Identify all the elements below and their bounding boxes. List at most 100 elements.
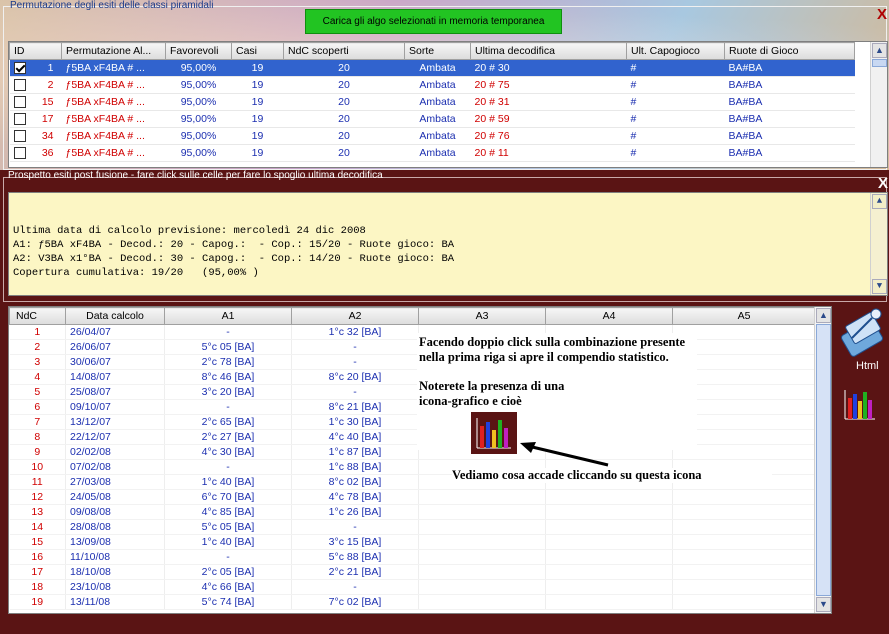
summary-memo[interactable]: Ultima data di calcolo previsione: merco… [8,192,888,296]
results-a4[interactable] [545,564,673,580]
results-a2[interactable]: 3°c 15 [BA] [291,534,419,550]
row-favorevoli[interactable]: 95,00% [165,127,232,145]
row-ultima[interactable]: 20 # 59 [470,110,627,128]
results-a1[interactable]: 2°c 65 [BA] [164,414,292,430]
results-a2[interactable]: 8°c 02 [BA] [291,474,419,490]
results-a1[interactable]: 2°c 05 [BA] [164,564,292,580]
row-capogioco[interactable]: # [626,93,725,111]
results-date[interactable]: 13/12/07 [65,414,165,430]
row-favorevoli[interactable]: 95,00% [165,93,232,111]
results-date[interactable]: 07/02/08 [65,459,165,475]
table-row[interactable]: 1 ƒ5BA xF4BA # ... 95,00% 19 20 Ambata 20 # 30… [9,59,855,77]
results-grid-scrollbar[interactable]: ▲ ▼ [814,307,831,613]
results-a5[interactable] [672,549,816,565]
results-date[interactable]: 14/08/07 [65,369,165,385]
row-permutation[interactable]: ƒ5BA xF4BA # ... [61,59,166,77]
results-a5[interactable] [672,504,816,520]
row-sorte[interactable]: Ambata [404,110,471,128]
results-date[interactable]: 23/10/08 [65,579,165,595]
row-checkbox[interactable] [13,130,26,143]
table-row[interactable]: 34 ƒ5BA xF4BA # ... 95,00% 19 20 Ambata 20 # 7… [9,127,855,145]
results-a2[interactable]: 1°c 26 [BA] [291,504,419,520]
row-permutation[interactable]: ƒ5BA xF4BA # ... [61,127,166,145]
results-a3[interactable] [418,534,546,550]
results-a4[interactable] [545,519,673,535]
row-ndc[interactable]: 20 [283,93,405,111]
results-a1[interactable]: 2°c 27 [BA] [164,429,292,445]
row-checkbox[interactable] [13,96,26,109]
results-row[interactable]: 15 13/09/08 1°c 40 [BA] 3°c 15 [BA] [9,534,816,550]
row-ruote[interactable]: BA#BA [724,59,855,77]
row-sorte[interactable]: Ambata [404,59,471,77]
row-favorevoli[interactable]: 95,00% [165,110,232,128]
results-ndc[interactable]: 14 [9,519,66,535]
row-capogioco[interactable]: # [626,127,725,145]
row-ruote[interactable]: BA#BA [724,110,855,128]
results-a2[interactable]: 5°c 88 [BA] [291,549,419,565]
results-a2[interactable]: 1°c 88 [BA] [291,459,419,475]
results-ndc[interactable]: 9 [9,444,66,460]
html-export-label[interactable]: Html [856,360,879,372]
row-ultima[interactable]: 20 # 11 [470,144,627,162]
results-column-header[interactable]: Data calcolo [65,307,165,325]
results-date[interactable]: 24/05/08 [65,489,165,505]
results-a2[interactable]: - [291,519,419,535]
results-a3[interactable] [418,504,546,520]
row-cell-id[interactable]: 2 [9,76,62,94]
results-ndc[interactable]: 13 [9,504,66,520]
row-cell-id[interactable]: 34 [9,127,62,145]
results-a2[interactable]: - [291,339,419,355]
results-a4[interactable] [545,504,673,520]
results-a1[interactable]: 6°c 70 [BA] [164,489,292,505]
results-a2[interactable]: 4°c 40 [BA] [291,429,419,445]
row-favorevoli[interactable]: 95,00% [165,76,232,94]
row-permutation[interactable]: ƒ5BA xF4BA # ... [61,110,166,128]
results-column-header[interactable]: NdC [9,307,66,325]
row-casi[interactable]: 19 [231,76,284,94]
results-date[interactable]: 30/06/07 [65,354,165,370]
results-a1[interactable]: - [164,324,292,340]
column-header[interactable]: Ultima decodifica [470,42,627,60]
results-a5[interactable] [672,564,816,580]
results-a1[interactable]: 5°c 05 [BA] [164,339,292,355]
results-ndc[interactable]: 8 [9,429,66,445]
results-a2[interactable]: 1°c 87 [BA] [291,444,419,460]
row-casi[interactable]: 19 [231,110,284,128]
results-a2[interactable]: 8°c 20 [BA] [291,369,419,385]
results-a4[interactable] [545,489,673,505]
results-row[interactable]: 17 18/10/08 2°c 05 [BA] 2°c 21 [BA] [9,564,816,580]
row-ndc[interactable]: 20 [283,59,405,77]
results-a3[interactable] [418,564,546,580]
column-header[interactable]: Permutazione Al... [61,42,166,60]
results-a1[interactable]: 5°c 05 [BA] [164,519,292,535]
results-a1[interactable]: 4°c 30 [BA] [164,444,292,460]
row-ruote[interactable]: BA#BA [724,76,855,94]
results-a4[interactable] [545,579,673,595]
results-date[interactable]: 28/08/08 [65,519,165,535]
row-ultima[interactable]: 20 # 76 [470,127,627,145]
results-ndc[interactable]: 18 [9,579,66,595]
row-ruote[interactable]: BA#BA [724,144,855,162]
scroll-up-arrow-icon[interactable]: ▲ [872,43,887,58]
row-casi[interactable]: 19 [231,93,284,111]
results-a5[interactable] [672,489,816,505]
results-a1[interactable]: 1°c 40 [BA] [164,474,292,490]
row-ndc[interactable]: 20 [283,110,405,128]
results-date[interactable]: 13/09/08 [65,534,165,550]
results-a1[interactable]: - [164,399,292,415]
row-sorte[interactable]: Ambata [404,127,471,145]
results-ndc[interactable]: 11 [9,474,66,490]
row-checkbox[interactable] [13,113,26,126]
results-a1[interactable]: 4°c 85 [BA] [164,504,292,520]
row-casi[interactable]: 19 [231,59,284,77]
results-row[interactable]: 19 13/11/08 5°c 74 [BA] 7°c 02 [BA] [9,594,816,610]
row-cell-id[interactable]: 15 [9,93,62,111]
column-header[interactable]: Casi [231,42,284,60]
results-a2[interactable]: 1°c 30 [BA] [291,414,419,430]
results-ndc[interactable]: 10 [9,459,66,475]
row-casi[interactable]: 19 [231,127,284,145]
results-date[interactable]: 18/10/08 [65,564,165,580]
results-date[interactable]: 09/10/07 [65,399,165,415]
column-header[interactable]: Ruote di Gioco [724,42,855,60]
results-a3[interactable] [418,579,546,595]
